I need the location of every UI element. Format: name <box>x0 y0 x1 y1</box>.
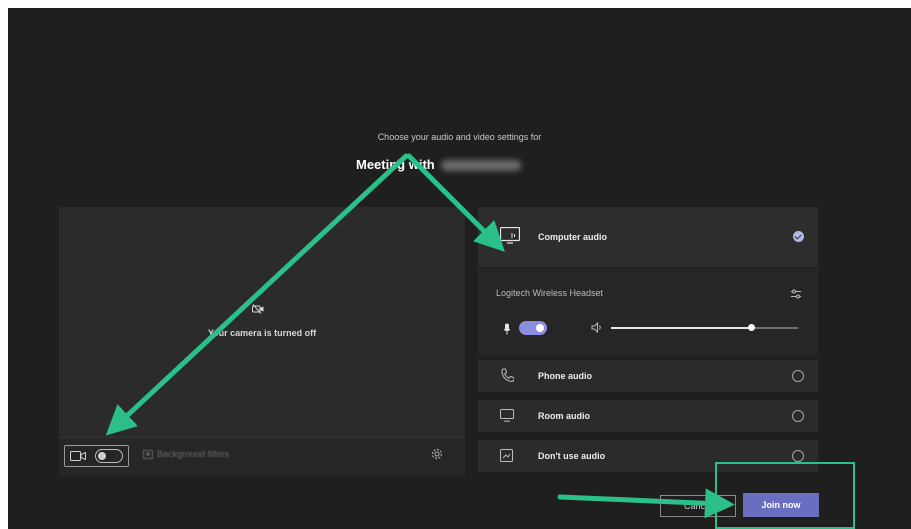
video-preview: Your camera is turned off Background fil… <box>59 207 465 476</box>
join-now-button[interactable]: Join now <box>743 493 819 517</box>
camera-icon <box>70 451 86 461</box>
room-audio-icon <box>500 409 514 422</box>
device-settings-gear-icon[interactable] <box>431 448 443 460</box>
camera-status-text: Your camera is turned off <box>207 328 317 338</box>
meeting-title: Meeting with <box>356 157 521 172</box>
camera-off-icon <box>252 304 264 314</box>
audio-option-radio[interactable] <box>792 450 804 462</box>
audio-option-computer[interactable]: Computer audio <box>478 207 818 267</box>
audio-option-label: Computer audio <box>538 232 607 242</box>
audio-option-radio[interactable] <box>792 410 804 422</box>
audio-option-radio[interactable] <box>792 370 804 382</box>
microphone-toggle[interactable] <box>519 321 547 335</box>
camera-toggle-knob <box>98 452 106 460</box>
audio-option-phone[interactable]: Phone audio <box>478 360 818 392</box>
audio-option-radio-checked[interactable] <box>793 231 804 242</box>
audio-option-label: Don't use audio <box>538 451 606 461</box>
phone-audio-icon <box>501 368 514 383</box>
audio-device-name[interactable]: Logitech Wireless Headset <box>496 288 603 298</box>
volume-slider-thumb[interactable] <box>748 324 756 331</box>
monitor-audio-icon <box>500 227 520 244</box>
background-filters-icon <box>143 450 153 460</box>
preview-toolbar: Background filters <box>59 437 465 476</box>
device-settings-sliders-icon[interactable] <box>790 288 802 300</box>
redacted-name <box>440 160 521 172</box>
audio-option-room[interactable]: Room audio <box>478 400 818 432</box>
microphone-toggle-knob <box>536 324 544 332</box>
pre-join-screen: Choose your audio and video settings for… <box>8 8 911 529</box>
camera-toggle-group[interactable] <box>64 445 129 467</box>
microphone-icon <box>503 323 511 335</box>
speaker-volume-icon <box>591 322 601 333</box>
background-filters-button[interactable]: Background filters <box>143 449 230 460</box>
audio-option-label: Phone audio <box>538 371 592 381</box>
volume-slider-fill <box>611 327 752 329</box>
settings-prompt: Choose your audio and video settings for <box>377 132 542 142</box>
background-filters-label: Background filters <box>157 449 230 459</box>
volume-slider[interactable] <box>611 324 798 331</box>
audio-device-panel: Logitech Wireless Headset <box>478 268 818 356</box>
no-audio-icon <box>500 449 513 462</box>
meeting-title-text: Meeting with <box>356 157 435 172</box>
camera-toggle[interactable] <box>95 449 123 463</box>
audio-option-label: Room audio <box>538 411 590 421</box>
